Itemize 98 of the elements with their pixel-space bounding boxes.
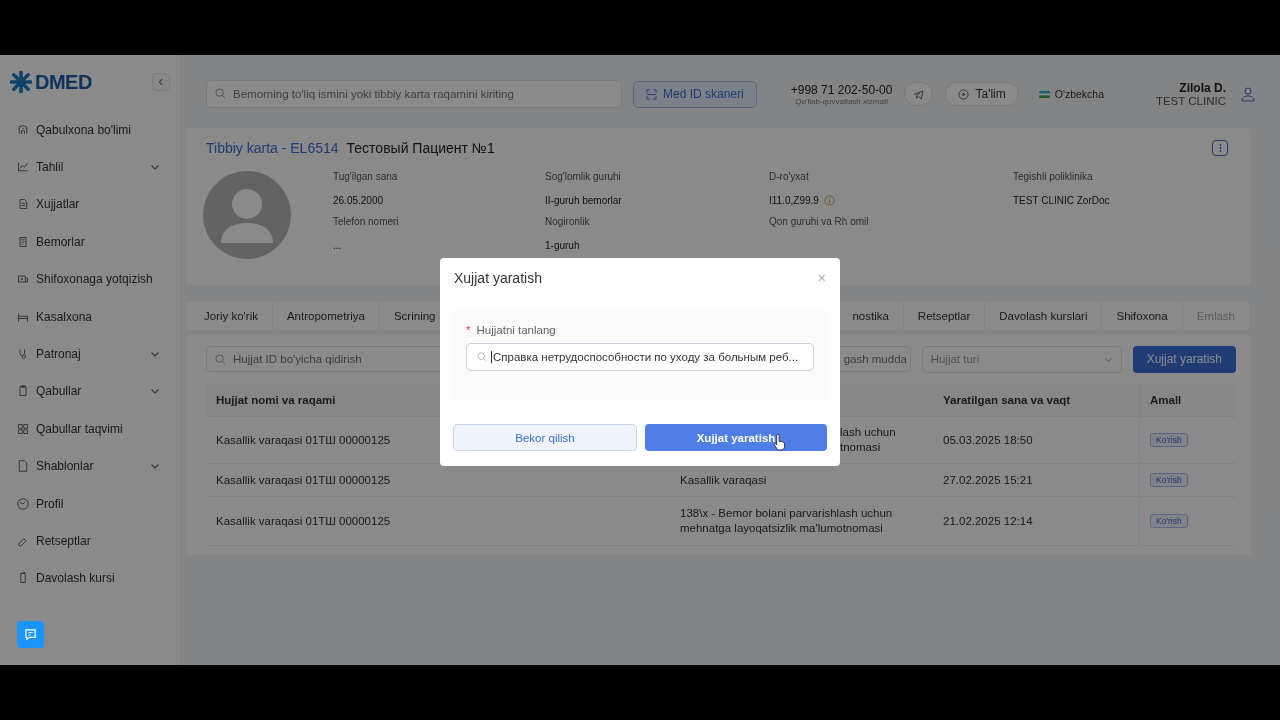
table-cell-text: Kasallik varaqasi [680,472,768,488]
sidebar-item[interactable]: Tahlil [0,148,180,186]
sidebar-item[interactable]: Kasalxona [0,297,180,336]
view-button[interactable]: Ko'rish [1150,433,1188,447]
table-cell-text: mehnatga layoqatsizlik ma'lumotnomasi [680,521,884,536]
collapse-button[interactable] [152,73,170,91]
field-label: Tegishli poliklinika [1013,171,1094,182]
search-icon [215,354,226,365]
search-field[interactable]: Bemorning to'liq ismini yoki tibbiy karta raqamini kiriting [206,80,622,108]
more-button[interactable] [1212,140,1228,156]
sidebar-item[interactable]: Davolash kursi [0,559,180,598]
field-value: 1-guruh [545,240,580,251]
tab[interactable]: Joriy ko'rik [190,302,273,330]
table-cell-text: 138\x - Bemor bolani parvarishlash uchun [680,506,894,521]
field-value: TEST CLINIC ZorDoc [1013,195,1110,206]
table-cell-text: 05.03.2025 18:50 [943,434,1034,446]
table-cell-text: tnomasi [840,440,882,455]
hand-cursor-icon [773,434,786,451]
menu-item-icon [17,310,29,323]
tab[interactable]: Shifoxona [1102,302,1183,330]
card-title: Tibbiy karta - EL6514 [206,140,339,156]
menu-item-icon [17,385,29,398]
phone-number: +998 71 202-50-00 [790,82,893,97]
learn-button[interactable]: Ta'lim [945,82,1019,106]
menu-item-icon [17,273,29,286]
view-button[interactable]: Ko'rish [1150,473,1188,487]
sidebar-item[interactable]: Xujjatlar [0,185,180,224]
field-label: D-ro'yxat [769,171,810,182]
sidebar-item[interactable]: Qabullar taqvimi [0,410,180,448]
menu-item-icon [17,497,29,510]
patient-name: Тестовый Пациент №1 [346,140,495,156]
search-icon [477,352,487,362]
play-icon [958,88,970,100]
table-cell: Kasallik varaqasi 01ТШ 00000125 [216,434,391,446]
tab[interactable]: Antropometriya [272,302,380,330]
table-cell-text: lash uchun [840,425,897,440]
required-mark: * [466,324,471,336]
paper-plane-icon [913,88,925,100]
document-select-field[interactable]: Справка нетрудоспособности по уходу за больным реб... [466,343,814,371]
sidebar-item[interactable]: Retseptlar [0,522,180,560]
sidebar-item[interactable]: Qabullar [0,372,180,411]
field-value: ... [333,240,342,251]
menu-item-icon [17,198,29,211]
sidebar-item[interactable]: Profil [0,484,180,523]
cancel-button[interactable]: Bekor qilish [453,424,637,451]
confirm-button[interactable]: Xujjat yaratish [645,424,827,451]
field-label: Telefon nomeri [333,216,400,227]
more-icon [1218,143,1222,153]
scan-icon [646,88,657,100]
menu-item-icon [17,572,29,585]
menu-item-icon [17,161,29,174]
search-icon [215,88,226,99]
flag-icon [1038,90,1050,98]
tab[interactable]: Retseptlar [903,302,986,330]
table-cell: Kasallik varaqasi 01ТШ 00000125 [216,515,391,527]
tab[interactable]: Davolash kurslari [985,302,1103,330]
doctor-icon[interactable] [1240,86,1256,102]
telegram-button[interactable] [904,82,934,106]
field-label: Tug'ilgan sana [333,171,399,182]
field-label: Sog'lomlik guruhi [545,171,622,182]
field-value: II-guruh bemorlar [545,195,622,206]
table-cell-text: 21.02.2025 12:14 [943,515,1034,527]
menu-item-icon [17,460,29,473]
field-value: 26.05.2000 [333,195,384,206]
info-icon[interactable] [823,195,835,206]
table-cell: Kasallik varaqasi 01ТШ 00000125 [216,474,391,486]
view-button[interactable]: Ko'rish [1150,514,1188,528]
field-value: I11.0,Z99.9 [769,195,819,206]
clinic-name: TEST CLINIC [1155,95,1226,107]
sidebar-item[interactable]: Patronaj [0,335,180,373]
sidebar-item[interactable]: Qabulxona bo'limi [0,111,180,149]
table-cell-text: 27.02.2025 15:21 [943,474,1034,486]
language-button[interactable]: O'zbekcha [1032,87,1111,101]
create-document-button[interactable]: Xujjat yaratish [1132,345,1236,373]
logo-icon [10,71,32,93]
sidebar-item[interactable]: Shablonlar [0,447,180,485]
column-header: Yaratilgan sana va vaqt [943,394,1072,406]
chat-button[interactable] [17,621,44,648]
sidebar-item[interactable]: Bemorlar [0,223,180,261]
menu-item-icon [17,123,29,136]
column-header: Amall [1139,384,1236,416]
menu-item-icon [17,535,29,547]
dialog-title: Xujjat yaratish [454,270,542,286]
support-label: Qo'llab-quvvatlash xizmati [795,96,888,106]
field-label: Nogironlik [545,216,591,227]
field-label: Hujjatni tanlang [476,324,556,336]
avatar-icon [203,171,291,259]
chat-icon [24,628,37,641]
menu-item-icon [17,235,29,248]
menu-item-icon [17,422,29,435]
menu-item-icon [17,348,29,361]
column-header: Hujjat nomi va raqami [215,394,337,406]
scanner-button[interactable]: Med ID skaneri [633,80,757,108]
field-label: Qon guruhi va Rh omil [769,216,870,227]
logo-text: DMED [35,70,92,94]
user-name: Zilola D. [1179,81,1226,95]
sidebar-item[interactable]: Shifoxonaga yotqizish [0,260,180,298]
chevron-left-icon [157,78,165,86]
